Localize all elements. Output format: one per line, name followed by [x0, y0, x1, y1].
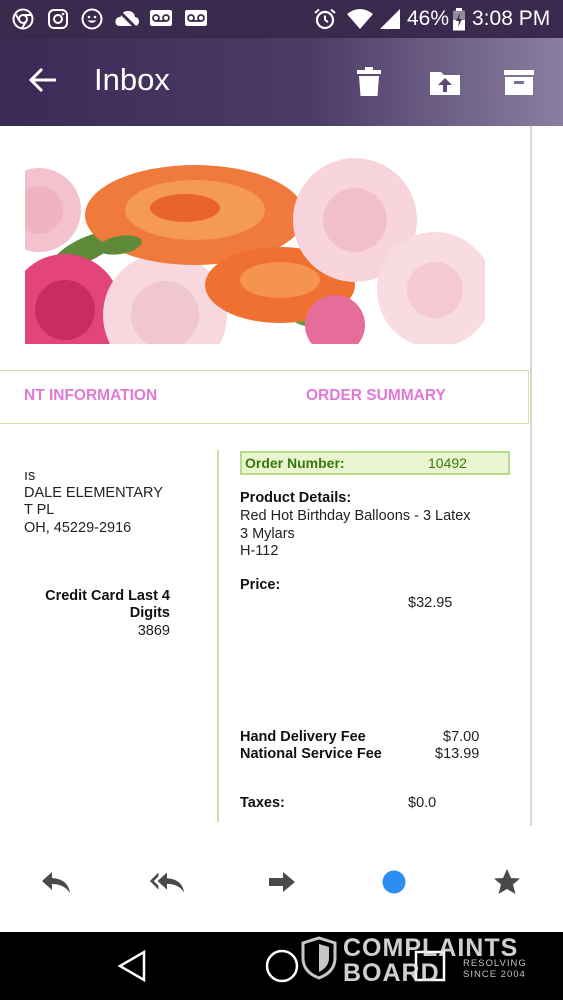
star-button[interactable]	[489, 864, 525, 900]
taxes-label: Taxes:	[240, 795, 285, 811]
product-details-label: Product Details:	[240, 490, 352, 506]
hand-delivery-label: Hand Delivery Fee	[240, 729, 366, 745]
cloud-off-icon	[115, 8, 139, 30]
alarm-icon	[314, 8, 336, 30]
scroll-edge	[530, 126, 532, 826]
taxes-value: $0.0	[408, 795, 437, 811]
shield-logo-icon	[301, 936, 337, 980]
credit-card-label: Digits	[129, 605, 170, 621]
reply-all-icon	[149, 872, 185, 893]
email-action-bar	[0, 826, 563, 932]
archive-button[interactable]	[499, 62, 539, 102]
wifi-icon	[347, 9, 373, 29]
star-icon	[494, 869, 520, 894]
reply-button[interactable]	[38, 864, 74, 900]
column-divider	[217, 450, 219, 822]
delete-icon	[357, 67, 381, 96]
order-number-box: Order Number: 10492	[240, 451, 510, 475]
archive-icon	[504, 70, 534, 95]
emoji-icon	[81, 8, 103, 30]
forward-icon	[269, 872, 295, 892]
service-fee-label: National Service Fee	[240, 746, 382, 762]
watermark-tagline: RESOLVING	[463, 958, 527, 969]
watermark-text: BOARD	[343, 959, 440, 987]
voicemail-icon	[150, 10, 172, 26]
instagram-icon	[48, 9, 68, 29]
address-line: T PL	[24, 502, 55, 518]
tab-payment-information: NT INFORMATION	[24, 387, 158, 404]
order-number-value: 10492	[428, 455, 467, 471]
move-to-folder-icon	[430, 72, 460, 95]
price-label: Price:	[240, 577, 281, 593]
delete-button[interactable]	[349, 62, 389, 102]
product-line: H-112	[240, 543, 279, 559]
order-number-label: Order Number:	[245, 455, 345, 471]
flower-banner-image	[25, 140, 485, 344]
hand-delivery-value: $7.00	[443, 729, 480, 745]
back-button[interactable]	[26, 62, 62, 98]
address-line: DALE ELEMENTARY	[24, 485, 163, 501]
triangle-back-icon	[117, 949, 146, 983]
forward-button[interactable]	[264, 864, 300, 900]
system-nav-bar: COMPLAINTS BOARD RESOLVING SINCE 2004	[0, 932, 563, 1000]
app-bar: Inbox	[0, 38, 563, 126]
battery-percent: 46%	[407, 7, 450, 30]
service-fee-value: $13.99	[435, 746, 480, 762]
page-title: Inbox	[94, 62, 170, 97]
watermark-tagline: SINCE 2004	[463, 969, 526, 980]
battery-icon	[453, 8, 465, 31]
email-section-tabs: NT INFORMATION ORDER SUMMARY	[0, 370, 529, 424]
address-line: OH, 45229-2916	[24, 520, 132, 536]
credit-card-label: Credit Card Last 4	[45, 588, 170, 604]
product-line: 3 Mylars	[240, 526, 295, 542]
voicemail-icon	[185, 10, 207, 26]
chrome-icon	[12, 8, 34, 30]
nav-home-button[interactable]	[262, 946, 302, 986]
address-line: ıs	[24, 468, 36, 484]
tab-order-summary: ORDER SUMMARY	[306, 387, 446, 404]
mark-unread-button[interactable]	[376, 864, 412, 900]
product-line: Red Hot Birthday Balloons - 3 Latex	[240, 508, 471, 524]
nav-back-button[interactable]	[114, 946, 154, 986]
move-to-folder-button[interactable]	[425, 62, 465, 102]
reply-all-button[interactable]	[149, 864, 185, 900]
clock: 3:08 PM	[472, 7, 551, 30]
reply-icon	[42, 872, 70, 893]
price-value: $32.95	[408, 595, 453, 611]
credit-card-last4: 3869	[137, 623, 170, 639]
email-body: NT INFORMATION ORDER SUMMARY ıs DALE ELE…	[0, 126, 563, 826]
status-bar: 46% 3:08 PM	[0, 0, 563, 38]
signal-icon	[380, 9, 400, 29]
read-status-icon	[382, 870, 406, 894]
arrow-back-icon	[28, 67, 56, 93]
circle-home-icon	[265, 949, 299, 983]
